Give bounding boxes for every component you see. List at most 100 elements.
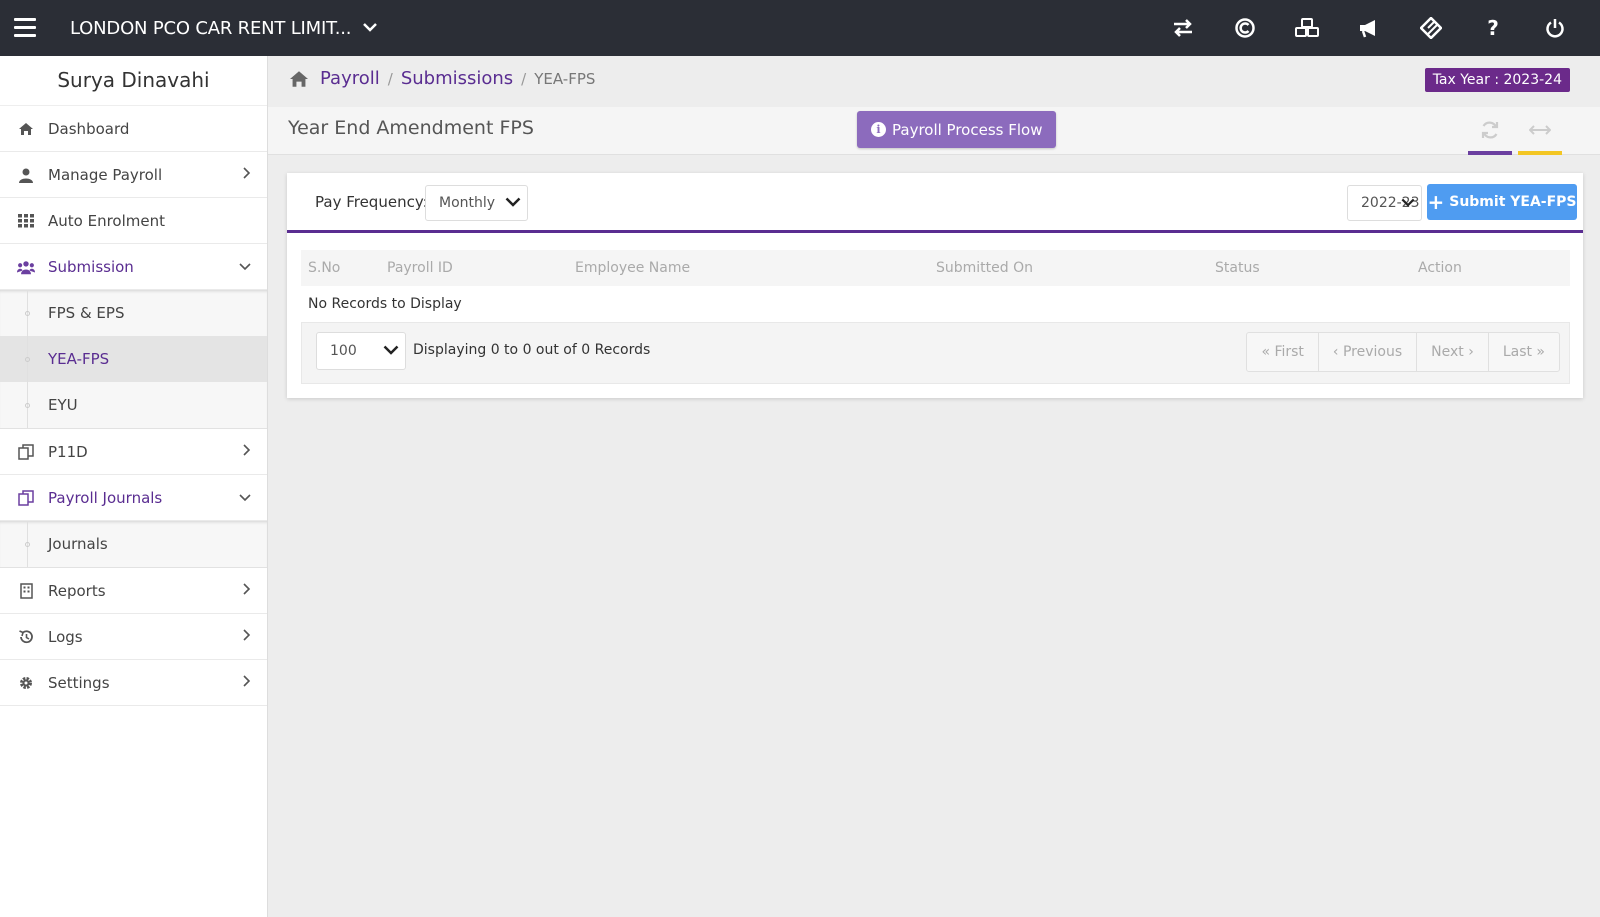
bullet-icon [25, 403, 30, 408]
building-icon [17, 568, 35, 614]
submit-yea-fps-button[interactable]: + Submit YEA-FPS [1427, 184, 1577, 220]
chevron-down-icon [383, 343, 399, 359]
chevron-right-icon [243, 660, 251, 706]
grid-icon [17, 198, 35, 244]
breadcrumb-payroll[interactable]: Payroll [320, 68, 380, 89]
gear-icon [17, 660, 35, 706]
user-icon [17, 152, 35, 198]
refresh-icon[interactable] [1468, 115, 1512, 145]
sidebar-item-reports[interactable]: Reports [0, 568, 267, 614]
sidebar-item-payroll-journals[interactable]: Payroll Journals [0, 475, 267, 521]
ticket-icon[interactable] [1400, 14, 1462, 42]
pagination-bar: 100 Displaying 0 to 0 out of 0 Records «… [301, 322, 1570, 384]
chevron-down-icon [505, 195, 521, 211]
chevron-down-icon [1401, 195, 1415, 211]
chevron-right-icon [243, 152, 251, 198]
sidebar-item-settings[interactable]: Settings [0, 660, 267, 706]
sidebar-subitem-yea-fps[interactable]: YEA-FPS [0, 336, 267, 382]
sidebar-item-submission[interactable]: Submission [0, 244, 267, 290]
sidebar-item-label: Dashboard [48, 120, 130, 138]
copy-icon [17, 429, 35, 475]
payroll-process-flow-button[interactable]: i Payroll Process Flow [857, 111, 1057, 148]
sidebar-item-logs[interactable]: Logs [0, 614, 267, 660]
sidebar-subitem-journals[interactable]: Journals [0, 521, 267, 567]
next-page-button[interactable]: Next › [1417, 333, 1489, 371]
sidebar-item-label: Manage Payroll [48, 166, 163, 184]
breadcrumb: Payroll / Submissions / YEA-FPS [288, 68, 595, 89]
bullet-icon [25, 357, 30, 362]
submission-submenu: FPS & EPS YEA-FPS EYU [0, 290, 267, 429]
company-selector[interactable]: LONDON PCO CAR RENT LIMIT... [70, 16, 377, 39]
cubes-icon[interactable] [1276, 14, 1338, 42]
column-header-employee-name[interactable]: Employee Name [575, 260, 690, 276]
sidebar-item-label: Submission [48, 258, 134, 276]
column-header-payroll-id[interactable]: Payroll ID [387, 260, 453, 276]
power-icon[interactable] [1524, 14, 1586, 42]
sidebar-item-label: Journals [48, 535, 108, 553]
chevron-right-icon [243, 568, 251, 614]
content-card: Pay Frequency: Monthly 2022-23 + Submit … [287, 173, 1583, 398]
switch-icon[interactable] [1152, 14, 1214, 42]
previous-page-button[interactable]: ‹ Previous [1319, 333, 1418, 371]
filter-bar: Pay Frequency: Monthly 2022-23 + Submit … [287, 173, 1583, 233]
column-header-sno[interactable]: S.No [308, 260, 340, 276]
expand-horizontal-icon[interactable] [1518, 115, 1562, 145]
users-icon [17, 244, 35, 290]
pay-frequency-label: Pay Frequency: [315, 193, 428, 211]
pay-frequency-select[interactable]: Monthly [425, 185, 528, 221]
page-size-select[interactable]: 100 [316, 332, 406, 370]
history-icon [17, 614, 35, 660]
sidebar-item-p11d[interactable]: P11D [0, 429, 267, 475]
page-title: Year End Amendment FPS [288, 117, 534, 139]
home-icon[interactable] [288, 70, 310, 88]
sidebar-item-auto-enrolment[interactable]: Auto Enrolment [0, 198, 267, 244]
year-select[interactable]: 2022-23 [1347, 185, 1422, 221]
sidebar-item-label: Auto Enrolment [48, 212, 165, 230]
sidebar-item-label: Reports [48, 582, 106, 600]
menu-toggle-icon[interactable] [14, 18, 36, 38]
user-name: Surya Dinavahi [0, 56, 267, 106]
chevron-right-icon [243, 429, 251, 475]
page-header: Year End Amendment FPS i Payroll Process… [268, 107, 1600, 155]
bullet-icon [25, 542, 30, 547]
sidebar-item-label: Settings [48, 674, 110, 692]
column-header-action: Action [1418, 260, 1462, 276]
help-icon[interactable]: ? [1462, 14, 1524, 42]
breadcrumb-bar: Payroll / Submissions / YEA-FPS Tax Year… [268, 56, 1600, 106]
sidebar-item-label: Logs [48, 628, 83, 646]
last-page-button[interactable]: Last » [1489, 333, 1559, 371]
sidebar-item-label: EYU [48, 396, 78, 414]
chevron-right-icon [243, 614, 251, 660]
chevron-down-icon [362, 16, 377, 37]
breadcrumb-submissions[interactable]: Submissions [401, 68, 513, 89]
sidebar-item-label: P11D [48, 443, 88, 461]
pagination-buttons: « First ‹ Previous Next › Last » [1246, 332, 1560, 372]
megaphone-icon[interactable] [1338, 14, 1400, 42]
sidebar-item-label: YEA-FPS [48, 350, 110, 368]
table-header: S.No Payroll ID Employee Name Submitted … [301, 250, 1570, 286]
first-page-button[interactable]: « First [1247, 333, 1319, 371]
column-header-submitted-on[interactable]: Submitted On [936, 260, 1033, 276]
sidebar-subitem-eyu[interactable]: EYU [0, 382, 267, 428]
submissions-table: S.No Payroll ID Employee Name Submitted … [301, 250, 1570, 384]
sidebar-subitem-fps-eps[interactable]: FPS & EPS [0, 290, 267, 336]
copyright-icon[interactable] [1214, 14, 1276, 42]
records-display-text: Displaying 0 to 0 out of 0 Records [413, 342, 651, 358]
chevron-down-icon [239, 244, 251, 290]
bullet-icon [25, 311, 30, 316]
home-icon [17, 106, 35, 152]
sidebar-item-dashboard[interactable]: Dashboard [0, 106, 267, 152]
plus-icon: + [1427, 190, 1445, 214]
journals-submenu: Journals [0, 521, 267, 568]
info-icon: i [871, 122, 886, 137]
sidebar-item-label: Payroll Journals [48, 489, 163, 507]
sidebar: Surya Dinavahi Dashboard Manage Payroll … [0, 56, 268, 917]
copy-icon [17, 475, 35, 521]
top-navbar: LONDON PCO CAR RENT LIMIT... ? [0, 0, 1600, 56]
sidebar-item-label: FPS & EPS [48, 304, 125, 322]
company-name: LONDON PCO CAR RENT LIMIT... [70, 18, 352, 39]
column-header-status[interactable]: Status [1215, 260, 1260, 276]
breadcrumb-current: YEA-FPS [534, 69, 596, 88]
sidebar-item-manage-payroll[interactable]: Manage Payroll [0, 152, 267, 198]
tax-year-badge: Tax Year : 2023-24 [1424, 68, 1570, 92]
